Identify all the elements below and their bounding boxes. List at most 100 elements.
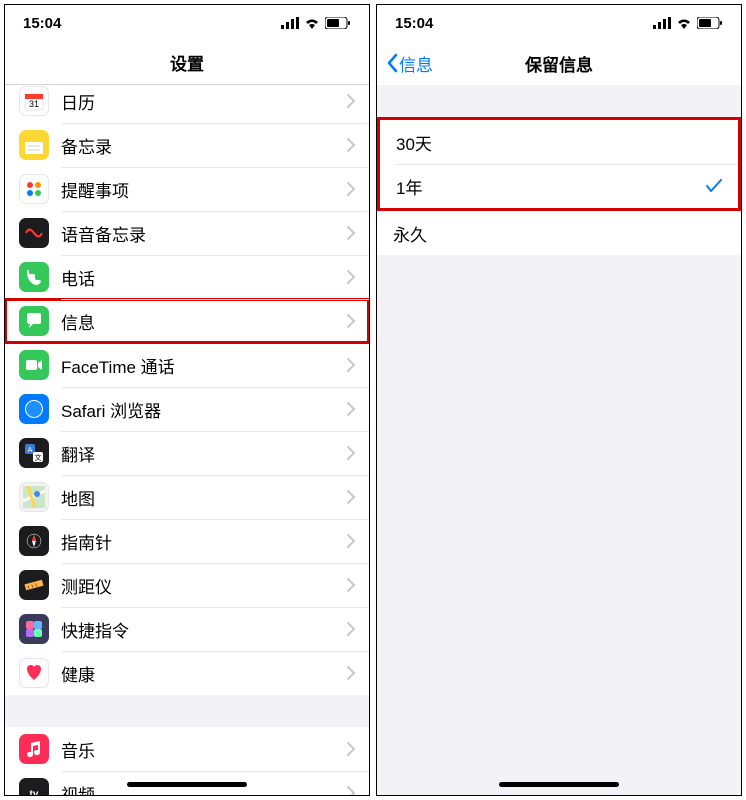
settings-row-safari[interactable]: Safari 浏览器 (5, 387, 369, 431)
status-bar: 15:04 (5, 5, 369, 41)
highlighted-options: 30天 1年 (377, 117, 741, 211)
row-label: 提醒事项 (61, 177, 347, 202)
page-title: 设置 (170, 50, 204, 75)
chevron-right-icon (347, 490, 355, 504)
checkmark-icon (706, 179, 722, 193)
chevron-right-icon (347, 534, 355, 548)
keep-options-list: 30天 1年永久 (377, 117, 741, 255)
row-label: 指南针 (61, 529, 347, 554)
tv-icon: tv (19, 778, 49, 795)
safari-icon (19, 394, 49, 424)
settings-row-facetime[interactable]: FaceTime 通话 (5, 343, 369, 387)
option-label: 永久 (393, 221, 725, 246)
nav-bar: 设置 (5, 41, 369, 85)
settings-row-reminders[interactable]: 提醒事项 (5, 167, 369, 211)
compass-icon (19, 526, 49, 556)
row-label: 健康 (61, 661, 347, 686)
svg-text:31: 31 (29, 99, 39, 109)
settings-row-measure[interactable]: 测距仪 (5, 563, 369, 607)
row-label: 测距仪 (61, 573, 347, 598)
settings-row-notes[interactable]: 备忘录 (5, 123, 369, 167)
phone-icon (19, 262, 49, 292)
page-title: 保留信息 (525, 51, 593, 76)
phone-settings: 15:04 设置 31 日历备忘录提醒事项语音备忘录电话信息 FaceTime 通话… (4, 4, 370, 796)
back-label: 信息 (399, 51, 433, 76)
chevron-right-icon (347, 578, 355, 592)
settings-row-shortcuts[interactable]: 快捷指令 (5, 607, 369, 651)
settings-row-translate[interactable]: A文翻译 (5, 431, 369, 475)
row-label: Safari 浏览器 (61, 397, 347, 422)
svg-text:A: A (28, 447, 33, 454)
status-bar: 15:04 (377, 5, 741, 41)
maps-icon (19, 482, 49, 512)
svg-text:tv: tv (30, 789, 39, 795)
settings-list-container: 31 日历备忘录提醒事项语音备忘录电话信息 FaceTime 通话 Safari 浏览… (5, 85, 369, 795)
measure-icon (19, 570, 49, 600)
option-label: 1年 (396, 174, 706, 199)
row-label: 音乐 (61, 737, 347, 762)
messages-icon (19, 306, 49, 336)
health-icon (19, 658, 49, 688)
calendar-icon: 31 (19, 86, 49, 116)
back-button[interactable]: 信息 (385, 51, 433, 76)
reminders-icon (19, 174, 49, 204)
settings-row-compass[interactable]: 指南针 (5, 519, 369, 563)
option-label: 30天 (396, 130, 722, 155)
status-time: 15:04 (23, 15, 61, 32)
settings-row-messages[interactable]: 信息 (5, 299, 369, 343)
chevron-right-icon (347, 446, 355, 460)
translate-icon: A文 (19, 438, 49, 468)
phone-keep-messages: 15:04 信息 保留信息 30天 1年永久 (376, 4, 742, 796)
chevron-right-icon (347, 182, 355, 196)
row-label: 翻译 (61, 441, 347, 466)
notes-icon (19, 130, 49, 160)
settings-list: 31 日历备忘录提醒事项语音备忘录电话信息 FaceTime 通话 Safari 浏览… (5, 85, 369, 695)
options-container: 30天 1年永久 (377, 85, 741, 795)
chevron-right-icon (347, 666, 355, 680)
chevron-right-icon (347, 138, 355, 152)
home-indicator (127, 782, 247, 787)
chevron-left-icon (385, 53, 399, 73)
battery-icon (697, 17, 723, 29)
facetime-icon (19, 350, 49, 380)
status-time: 15:04 (395, 15, 433, 32)
row-label: 地图 (61, 485, 347, 510)
section-gap (5, 695, 369, 727)
home-indicator (499, 782, 619, 787)
cellular-icon (281, 17, 299, 29)
chevron-right-icon (347, 270, 355, 284)
settings-row-health[interactable]: 健康 (5, 651, 369, 695)
chevron-right-icon (347, 402, 355, 416)
svg-text:文: 文 (35, 453, 42, 462)
settings-row-maps[interactable]: 地图 (5, 475, 369, 519)
chevron-right-icon (347, 786, 355, 795)
row-label: 备忘录 (61, 133, 347, 158)
wifi-icon (304, 17, 320, 29)
option-1y[interactable]: 1年 (380, 164, 738, 208)
row-label: 信息 (61, 309, 347, 334)
settings-row-calendar[interactable]: 31 日历 (5, 85, 369, 123)
chevron-right-icon (347, 742, 355, 756)
chevron-right-icon (347, 622, 355, 636)
cellular-icon (653, 17, 671, 29)
settings-row-voicememo[interactable]: 语音备忘录 (5, 211, 369, 255)
row-label: 日历 (61, 89, 347, 114)
settings-row-phone[interactable]: 电话 (5, 255, 369, 299)
option-30d[interactable]: 30天 (380, 120, 738, 164)
status-icons (281, 17, 351, 29)
status-icons (653, 17, 723, 29)
chevron-right-icon (347, 226, 355, 240)
wifi-icon (676, 17, 692, 29)
voicememo-icon (19, 218, 49, 248)
battery-icon (325, 17, 351, 29)
chevron-right-icon (347, 314, 355, 328)
option-forever[interactable]: 永久 (377, 211, 741, 255)
row-label: 快捷指令 (61, 617, 347, 642)
row-label: 电话 (61, 265, 347, 290)
nav-bar: 信息 保留信息 (377, 41, 741, 85)
chevron-right-icon (347, 94, 355, 108)
chevron-right-icon (347, 358, 355, 372)
row-label: FaceTime 通话 (61, 353, 347, 378)
settings-row-music[interactable]: 音乐 (5, 727, 369, 771)
row-label: 语音备忘录 (61, 221, 347, 246)
